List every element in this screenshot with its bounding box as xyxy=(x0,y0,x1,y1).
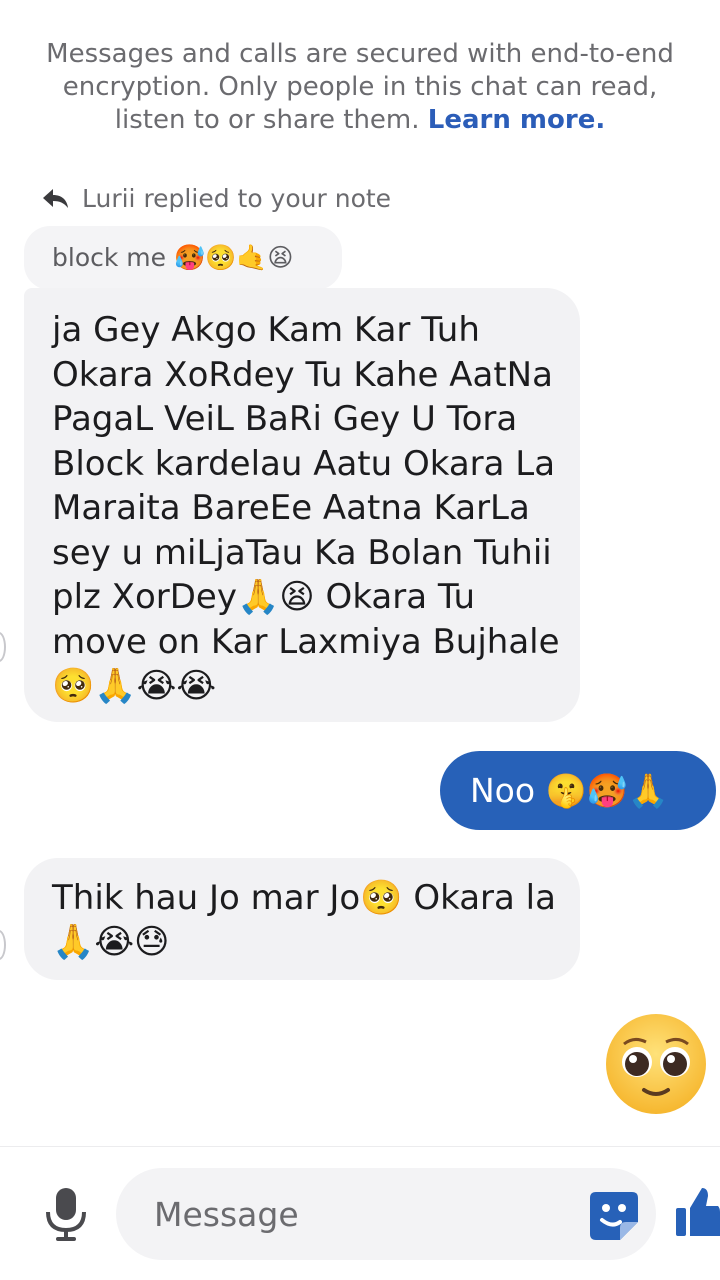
reply-context: Lurii replied to your note xyxy=(40,178,391,218)
message-incoming[interactable]: ja Gey Akgo Kam Kar Tuh Okara XoRdey Tu … xyxy=(24,288,580,722)
message-outgoing[interactable]: Noo 🤫🥵🙏 xyxy=(440,751,716,830)
encryption-notice: Messages and calls are secured with end-… xyxy=(30,38,690,137)
learn-more-link[interactable]: Learn more. xyxy=(428,105,605,135)
message-input-placeholder: Message xyxy=(154,1194,299,1234)
message-text: Thik hau Jo mar Jo🥺 Okara la 🙏😭😓 xyxy=(52,878,556,962)
message-text: ja Gey Akgo Kam Kar Tuh Okara XoRdey Tu … xyxy=(52,310,560,706)
message-input[interactable]: Message xyxy=(116,1168,656,1260)
reply-context-label: Lurii replied to your note xyxy=(82,183,392,213)
sticker-icon[interactable] xyxy=(586,1188,642,1244)
reply-arrow-icon xyxy=(43,189,68,208)
quoted-note-text: block me 🥵🥺🤙😫 xyxy=(52,243,294,272)
seen-avatar xyxy=(0,632,6,662)
quoted-note[interactable]: block me 🥵🥺🤙😫 xyxy=(24,226,342,290)
microphone-icon[interactable] xyxy=(42,1186,90,1242)
thumbs-up-icon[interactable] xyxy=(672,1184,720,1240)
message-incoming[interactable]: Thik hau Jo mar Jo🥺 Okara la 🙏😭😓 xyxy=(24,858,580,980)
seen-avatar xyxy=(0,930,6,960)
pleading-face-emoji[interactable] xyxy=(604,1012,708,1116)
message-text: Noo 🤫🥵🙏 xyxy=(470,770,669,810)
